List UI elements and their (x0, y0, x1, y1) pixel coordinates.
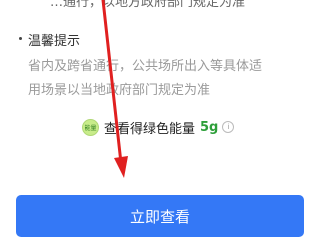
energy-label: 查看得绿色能量 (104, 121, 196, 137)
energy-amount: 5g (200, 119, 219, 135)
tip-title: 温馨提示 (28, 34, 81, 49)
tip-body: 省内及跨省通行，公共场所出入等具体适 用场景以当地政府部门规定为准 (28, 55, 262, 103)
tip-line-1: 省内及跨省通行，公共场所出入等具体适 (28, 59, 263, 74)
green-energy-row[interactable]: 能量 查看得绿色能量 5g i (82, 118, 235, 137)
energy-badge-icon: 能量 (82, 118, 99, 136)
view-now-button[interactable]: 立即查看 (16, 195, 304, 237)
info-icon[interactable]: i (222, 121, 235, 133)
tip-bullet (19, 37, 22, 40)
tip-line-2: 用场景以当地政府部门规定为准 (28, 83, 211, 98)
cut-off-text: …通行，以地方政府部门规定为准 (50, 0, 246, 10)
